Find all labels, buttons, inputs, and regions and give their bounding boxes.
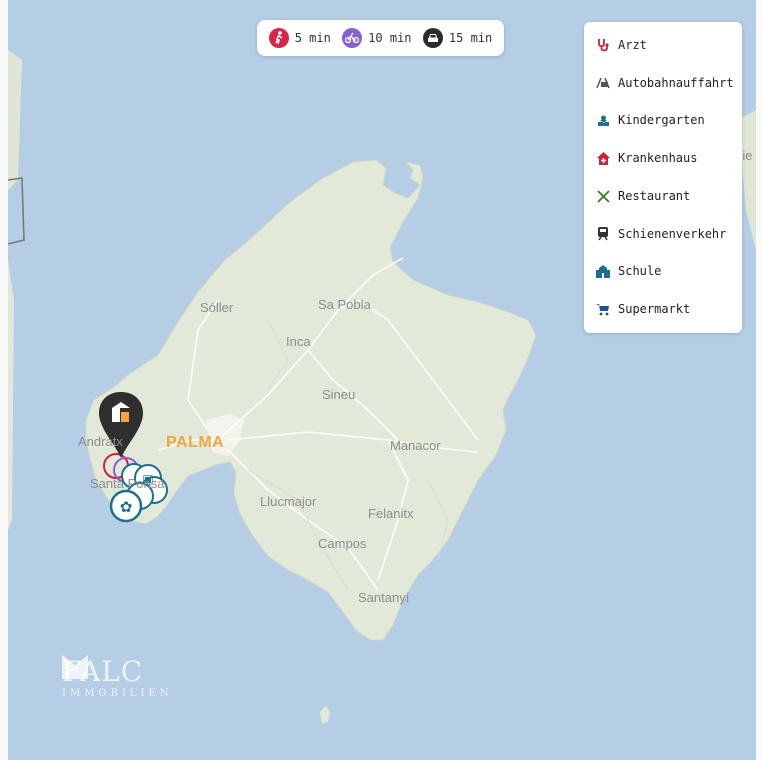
travel-bike[interactable]: 10 min [342,28,412,48]
place-felanitx: Felanitx [368,506,414,521]
place-manacor: Manacor [390,438,441,453]
place-santanyi: Santanyí [358,590,410,605]
bike-icon [342,28,363,48]
kindergarten-icon: ✿ [120,498,133,516]
place-palma: PALMA [166,434,225,451]
travel-walk[interactable]: 5 min [268,28,331,48]
islet-cabrera [320,706,330,724]
falc-logo: FALC IMMOBILIEN [62,655,173,699]
legend-item-schule[interactable]: Schule [596,264,661,278]
place-campos: Campos [318,536,367,551]
travel-car[interactable]: 15 min [422,28,493,48]
legend-item-supermarkt[interactable]: Supermarkt [596,302,690,316]
legend-label-krankenhaus: Krankenhaus [618,151,698,165]
legend-label-schule: Schule [618,264,662,278]
legend-item-autobahnauffahrt[interactable]: Autobahnauffahrt [596,76,734,90]
logo-sub: IMMOBILIEN [62,688,173,699]
left-margin [0,0,8,760]
place-sa-pobla: Sa Pobla [318,297,371,312]
legend-item-arzt[interactable]: Arzt [596,38,647,52]
walk-icon [268,28,289,48]
legend-label-schienenverkehr: Schienenverkehr [618,227,727,241]
land-left-edge-2 [8,260,14,530]
poi-legend: Arzt Autobahnauffahrt Kindergarten Krank… [584,22,742,333]
place-andratx: Andratx [78,434,123,449]
travel-time-selector: 5 min 10 min 15 min [257,20,504,56]
train-icon [596,227,610,241]
legend-label-supermarkt: Supermarkt [618,302,691,316]
place-llucmajor: Llucmajor [260,494,317,509]
route-left [8,177,25,245]
island-mallorca [85,159,537,641]
travel-walk-label: 5 min [294,31,331,45]
highway-icon [596,76,610,90]
place-inca: Inca [286,334,311,349]
right-margin [756,0,761,760]
legend-label-restaurant: Restaurant [618,189,691,203]
travel-car-label: 15 min [448,31,493,45]
legend-label-kindergarten: Kindergarten [618,113,705,127]
restaurant-icon [596,189,610,203]
kindergarten-icon [596,113,610,127]
legend-item-kindergarten[interactable]: Kindergarten [596,113,705,127]
land-left-edge [8,50,22,190]
legend-item-restaurant[interactable]: Restaurant [596,189,690,203]
falc-logo-icon [62,655,88,679]
legend-item-krankenhaus[interactable]: Krankenhaus [596,151,697,165]
legend-item-schienenverkehr[interactable]: Schienenverkehr [596,227,726,241]
cart-icon [596,302,610,316]
place-sineu: Sineu [322,387,356,402]
place-santa-ponsa: Santa Ponsa [90,476,165,491]
place-soller: Sóller [200,300,234,315]
legend-label-arzt: Arzt [618,38,647,52]
hospital-icon [596,151,610,165]
travel-bike-label: 10 min [368,31,412,45]
school-icon [596,264,610,278]
car-icon [422,28,443,48]
legend-label-autobahnauffahrt: Autobahnauffahrt [618,76,734,90]
stethoscope-icon [596,38,610,52]
